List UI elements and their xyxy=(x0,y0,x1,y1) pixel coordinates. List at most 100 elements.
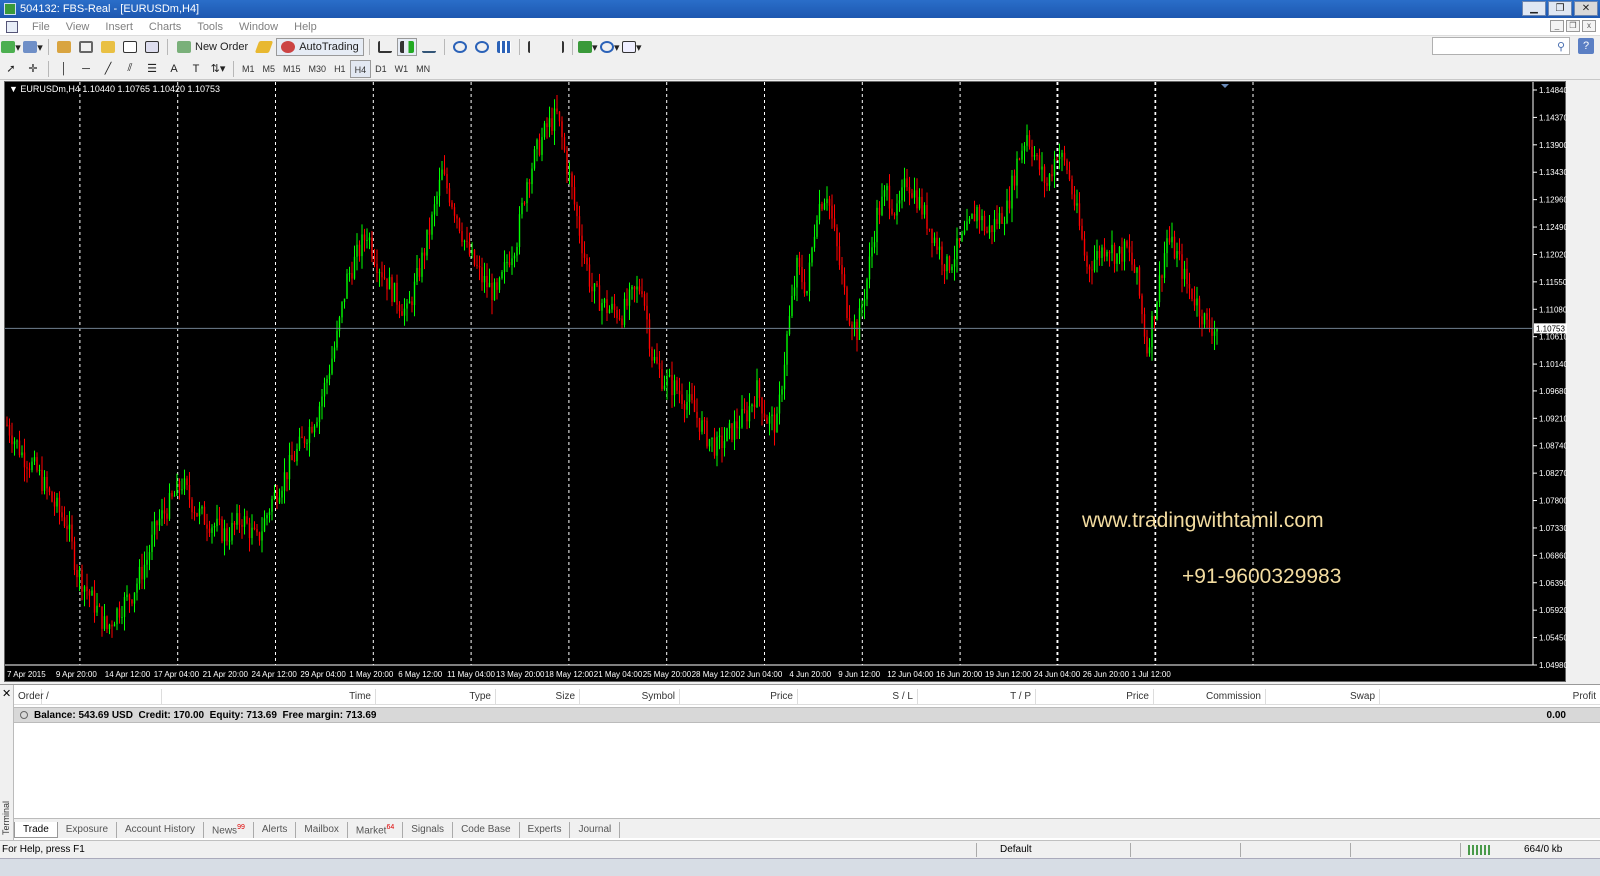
menu-window[interactable]: Window xyxy=(231,21,286,33)
mdi-restore-button[interactable]: ❐ xyxy=(1566,20,1580,32)
menu-view[interactable]: View xyxy=(58,21,98,33)
search-input[interactable]: ⚲ xyxy=(1432,37,1570,55)
templates-button[interactable]: ▾ xyxy=(621,38,642,56)
col-time[interactable]: Time xyxy=(162,689,376,704)
terminal-close-icon[interactable]: ✕ xyxy=(2,687,11,700)
tab-experts[interactable]: Experts xyxy=(520,822,571,838)
col-tp[interactable]: T / P xyxy=(918,689,1036,704)
col-symbol[interactable]: Symbol xyxy=(580,689,680,704)
tab-news[interactable]: News99 xyxy=(204,822,254,838)
new-order-label: New Order xyxy=(195,41,249,53)
tab-mailbox[interactable]: Mailbox xyxy=(296,822,348,838)
horizontal-line-button[interactable]: ─ xyxy=(76,60,96,78)
close-button[interactable]: ✕ xyxy=(1574,1,1598,16)
chart-shift-button[interactable] xyxy=(547,38,567,56)
text-label-button[interactable]: T xyxy=(186,60,206,78)
cursor-button[interactable]: ➚ xyxy=(1,60,21,78)
trendline-button[interactable]: ╱ xyxy=(98,60,118,78)
help-icon[interactable]: ? xyxy=(1578,38,1594,54)
col-sl[interactable]: S / L xyxy=(798,689,918,704)
tab-journal[interactable]: Journal xyxy=(570,822,621,838)
vertical-line-button[interactable]: │ xyxy=(54,60,74,78)
new-order-button[interactable]: New Order xyxy=(173,38,252,56)
balance-row[interactable]: Balance: 543.69 USD Credit: 170.00 Equit… xyxy=(14,707,1600,723)
candle-body xyxy=(766,417,768,424)
minimize-button[interactable]: ▁ xyxy=(1522,1,1546,16)
text-button[interactable]: A xyxy=(164,60,184,78)
channel-button[interactable]: ⫽ xyxy=(120,60,140,78)
tab-trade[interactable]: Trade xyxy=(14,822,58,838)
mdi-minimize-button[interactable]: _ xyxy=(1550,20,1564,32)
candle-body xyxy=(688,394,691,402)
timeframe-m15[interactable]: M15 xyxy=(279,60,305,78)
bar-chart-button[interactable] xyxy=(375,38,395,56)
timeframe-w1[interactable]: W1 xyxy=(391,60,413,78)
price-chart[interactable]: 1.14840 1.14370 1.13900 1.13430 1.12960 1.124… xyxy=(5,82,1567,683)
timeframe-d1[interactable]: D1 xyxy=(371,60,391,78)
market-watch-button[interactable] xyxy=(54,38,74,56)
periods-button[interactable]: ▾ xyxy=(599,38,620,56)
crosshair-button[interactable]: ✛ xyxy=(23,60,43,78)
timeframe-m5[interactable]: M5 xyxy=(259,60,280,78)
data-window-button[interactable] xyxy=(76,38,96,56)
col-size[interactable]: Size xyxy=(496,689,580,704)
menu-tools[interactable]: Tools xyxy=(189,21,231,33)
fibonacci-button[interactable]: ☰ xyxy=(142,60,162,78)
timeframe-h4[interactable]: H4 xyxy=(349,59,372,78)
menu-charts[interactable]: Charts xyxy=(141,21,189,33)
col-close-price[interactable]: Price xyxy=(1036,689,1154,704)
tile-windows-button[interactable] xyxy=(494,38,514,56)
auto-scroll-button[interactable] xyxy=(525,38,545,56)
tab-exposure[interactable]: Exposure xyxy=(58,822,118,838)
time-tick-label: 29 Apr 04:00 xyxy=(300,670,346,679)
candle-body xyxy=(316,422,318,427)
candle-body xyxy=(231,522,233,541)
col-sort[interactable]: / xyxy=(42,689,162,704)
candle-body xyxy=(938,246,941,250)
candlestick-button[interactable] xyxy=(396,38,417,56)
navigator-button[interactable] xyxy=(98,38,118,56)
col-price[interactable]: Price xyxy=(680,689,798,704)
tab-market[interactable]: Market64 xyxy=(348,822,404,838)
candle-body xyxy=(403,308,406,316)
candle-body xyxy=(356,244,358,257)
metaeditor-button[interactable] xyxy=(254,38,274,56)
zoom-in-button[interactable] xyxy=(450,38,470,56)
profiles-button[interactable]: ▾ xyxy=(23,38,43,56)
new-chart-button[interactable]: ▾ xyxy=(1,38,21,56)
indicators-button[interactable]: ▾ xyxy=(577,38,598,56)
menu-insert[interactable]: Insert xyxy=(97,21,141,33)
candle-body xyxy=(776,413,778,433)
col-profit[interactable]: Profit xyxy=(1380,689,1600,704)
candle-body xyxy=(368,237,371,240)
mdi-close-button[interactable]: x xyxy=(1582,20,1596,32)
maximize-button[interactable]: ❐ xyxy=(1548,1,1572,16)
tab-code-base[interactable]: Code Base xyxy=(453,822,520,838)
candle-body xyxy=(513,255,516,259)
col-swap[interactable]: Swap xyxy=(1266,689,1380,704)
candle-body xyxy=(131,600,133,604)
zoom-out-button[interactable] xyxy=(472,38,492,56)
chart-window[interactable]: 1.14840 1.14370 1.13900 1.13430 1.12960 1.124… xyxy=(4,81,1567,683)
candle-body xyxy=(553,108,556,131)
line-chart-button[interactable] xyxy=(419,38,439,56)
timeframe-mn[interactable]: MN xyxy=(412,60,434,78)
menu-help[interactable]: Help xyxy=(286,21,325,33)
timeframe-m1[interactable]: M1 xyxy=(238,60,259,78)
col-type[interactable]: Type xyxy=(376,689,496,704)
timeframe-m30[interactable]: M30 xyxy=(305,60,331,78)
strategy-tester-button[interactable] xyxy=(142,38,162,56)
col-commission[interactable]: Commission xyxy=(1154,689,1266,704)
candle-body xyxy=(803,282,806,294)
candle-body xyxy=(1028,135,1031,147)
tab-signals[interactable]: Signals xyxy=(403,822,454,838)
col-order[interactable]: Order xyxy=(14,689,44,704)
terminal-button[interactable] xyxy=(120,38,140,56)
tab-account-history[interactable]: Account History xyxy=(117,822,205,838)
menu-file[interactable]: File xyxy=(24,21,58,33)
timeframe-h1[interactable]: H1 xyxy=(330,60,350,78)
arrows-button[interactable]: ⇅ ▾ xyxy=(208,60,228,78)
autotrading-button[interactable]: AutoTrading xyxy=(276,38,364,56)
candle-body xyxy=(86,586,88,591)
tab-alerts[interactable]: Alerts xyxy=(254,822,297,838)
